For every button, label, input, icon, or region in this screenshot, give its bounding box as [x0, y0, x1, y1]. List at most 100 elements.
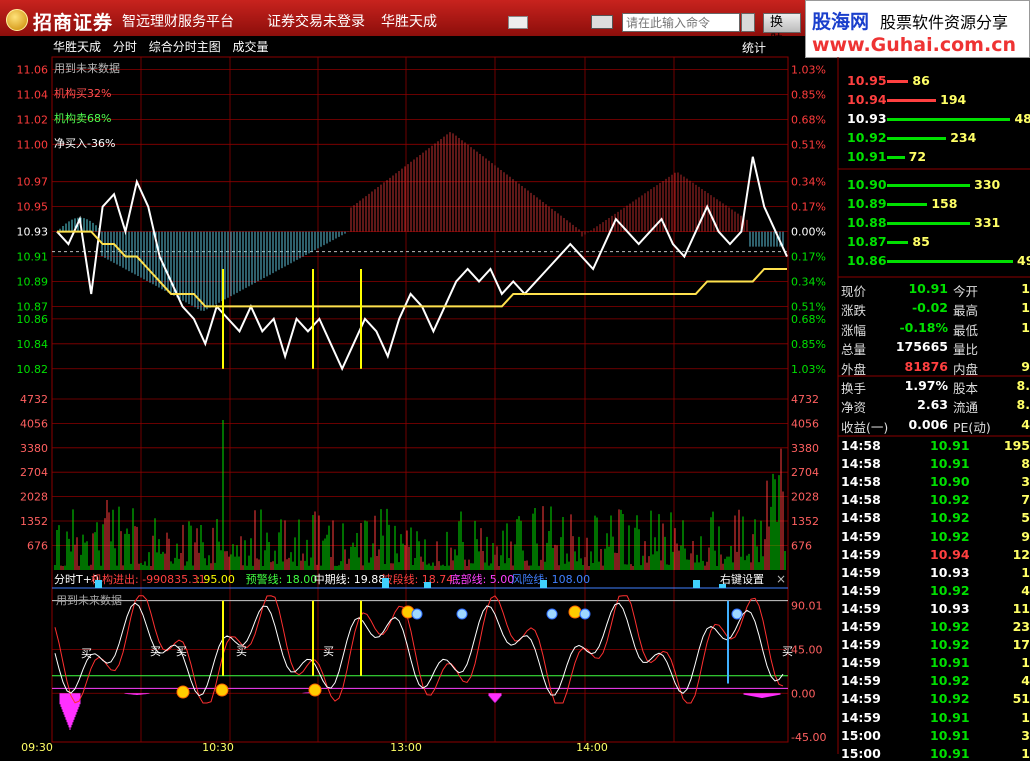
- buy-signal-label: 买: [782, 645, 793, 658]
- ask-volume: 194: [940, 92, 967, 107]
- price-tick-label: 10.84: [17, 338, 49, 351]
- right-click-settings: 右键设置: [720, 572, 764, 586]
- tick-time: 14:58: [841, 456, 881, 472]
- tick-volume: 1: [1021, 709, 1030, 725]
- tick-price: 10.92: [930, 691, 970, 707]
- price-annotation: 机构买32%: [54, 86, 111, 100]
- bid-volume-bar: [887, 222, 971, 225]
- buy-signal-label: 买: [236, 645, 247, 658]
- price-tick-label: 10.95: [17, 201, 49, 214]
- tick-time: 14:59: [841, 582, 881, 598]
- ask-price: 10.91: [847, 149, 887, 164]
- indicator-legend-item: 预警线: 18.00: [246, 572, 318, 586]
- price-tick-label: 10.87: [17, 300, 49, 313]
- tick-time: 14:58: [841, 438, 881, 453]
- bid-price: 10.86: [847, 253, 887, 268]
- tab-time-sharing[interactable]: 分时: [113, 40, 137, 54]
- top-signal-bar: [382, 578, 389, 588]
- quote-label: 涨跌: [841, 303, 867, 319]
- tick-price: 10.93: [930, 600, 970, 616]
- bid-price: 10.88: [847, 215, 887, 230]
- indicator-legend-item: 波段线: 18.74: [382, 572, 454, 586]
- tick-time: 14:59: [841, 564, 881, 580]
- indicator-tick-label: 90.01: [791, 600, 823, 613]
- volume-tick-label-right: 1352: [791, 515, 819, 528]
- tick-volume: 51: [1012, 691, 1030, 707]
- bid-volume: 85: [912, 234, 930, 249]
- ask-volume: 86: [912, 73, 930, 88]
- tick-price: 10.92: [930, 637, 970, 653]
- tick-price: 10.91: [930, 456, 970, 472]
- buy-signal-label: 买: [323, 645, 334, 658]
- quote-label: 涨幅: [841, 322, 867, 338]
- tick-time: 14:59: [841, 691, 881, 707]
- tick-price: 10.91: [930, 745, 970, 761]
- ask-price: 10.93: [847, 111, 887, 126]
- pct-tick-label: 0.51%: [791, 300, 826, 313]
- bid-volume: 499: [1017, 253, 1030, 268]
- quote-value: 10.91: [908, 281, 948, 296]
- volume-tick-label-right: 3380: [791, 442, 819, 455]
- ask-volume: 234: [950, 130, 977, 145]
- price-tick-label: 10.93: [17, 226, 49, 239]
- price-tick-label: 11.02: [17, 113, 49, 126]
- average-price-line: [57, 230, 787, 308]
- tick-price: 10.90: [930, 474, 970, 490]
- signal-ball-icon: [456, 608, 468, 620]
- panel-toggle-icons[interactable]: [772, 40, 786, 64]
- bid-volume: 158: [931, 196, 958, 211]
- volume-tick-label-right: 4732: [791, 393, 819, 406]
- volume-tick-label: 4056: [20, 417, 48, 430]
- bid-price: 10.87: [847, 234, 887, 249]
- ask-volume-bar: [887, 118, 1011, 121]
- time-tick-label: 13:00: [390, 741, 422, 754]
- ask-price: 10.92: [847, 130, 887, 145]
- ask-volume-bar: [887, 137, 947, 140]
- tick-price: 10.93: [930, 564, 970, 580]
- signal-ball-icon: [731, 608, 743, 620]
- quote-value: -0.02: [911, 300, 948, 316]
- ask-volume-bar: [887, 99, 937, 102]
- pct-tick-label: 0.17%: [791, 201, 826, 214]
- tab-volume[interactable]: 成交量: [233, 40, 269, 54]
- tick-volume: 4: [1021, 673, 1030, 689]
- tick-price: 10.92: [930, 582, 970, 598]
- quote-label-2: 流通: [953, 400, 979, 416]
- ask-volume: 488: [1014, 111, 1030, 126]
- tab-composite[interactable]: 综合分时主图: [149, 40, 221, 54]
- bid-volume-bar: [887, 184, 971, 187]
- price-annotation: 用到未来数据: [54, 61, 120, 75]
- quote-value-2: 4: [1021, 416, 1030, 432]
- tick-volume: 12: [1012, 546, 1030, 562]
- tick-time: 14:58: [841, 492, 881, 508]
- stats-button[interactable]: 统计: [742, 39, 766, 56]
- volume-tick-label: 2028: [20, 491, 48, 504]
- pct-tick-label: 0.34%: [791, 275, 826, 288]
- tick-time: 15:00: [841, 745, 881, 761]
- signal-ball-icon: [546, 608, 558, 620]
- quote-value-2: 8.: [1016, 378, 1030, 393]
- top-signal-bar: [719, 584, 726, 588]
- pct-tick-label: 0.34%: [791, 176, 826, 189]
- pct-tick-label: 0.85%: [791, 88, 826, 101]
- tick-price: 10.92: [930, 619, 970, 634]
- tick-volume: 7: [1021, 492, 1030, 508]
- tick-price: 10.91: [930, 709, 970, 725]
- bid-price: 10.89: [847, 196, 887, 211]
- indicator-legend-item: : 95.00: [196, 573, 235, 586]
- buy-signal-label: 买: [176, 645, 187, 658]
- indicator-tick-label: 0.00: [791, 687, 816, 700]
- quote-label: 总量: [841, 342, 867, 358]
- quote-label: 现价: [841, 284, 867, 299]
- pct-tick-label: 0.85%: [791, 338, 826, 351]
- time-tick-label: 10:30: [202, 741, 234, 754]
- quote-label: 净资: [841, 400, 867, 416]
- pct-tick-label: 0.00%: [791, 226, 826, 239]
- bid-price: 10.90: [847, 177, 887, 192]
- indicator-legend-item: 底部线: 5.00: [450, 572, 515, 586]
- tick-time: 15:00: [841, 727, 881, 743]
- quote-value: -0.18%: [899, 319, 948, 335]
- ask-volume-bar: [887, 156, 905, 159]
- time-tick-label: 14:00: [576, 741, 608, 754]
- tick-price: 10.92: [930, 510, 970, 526]
